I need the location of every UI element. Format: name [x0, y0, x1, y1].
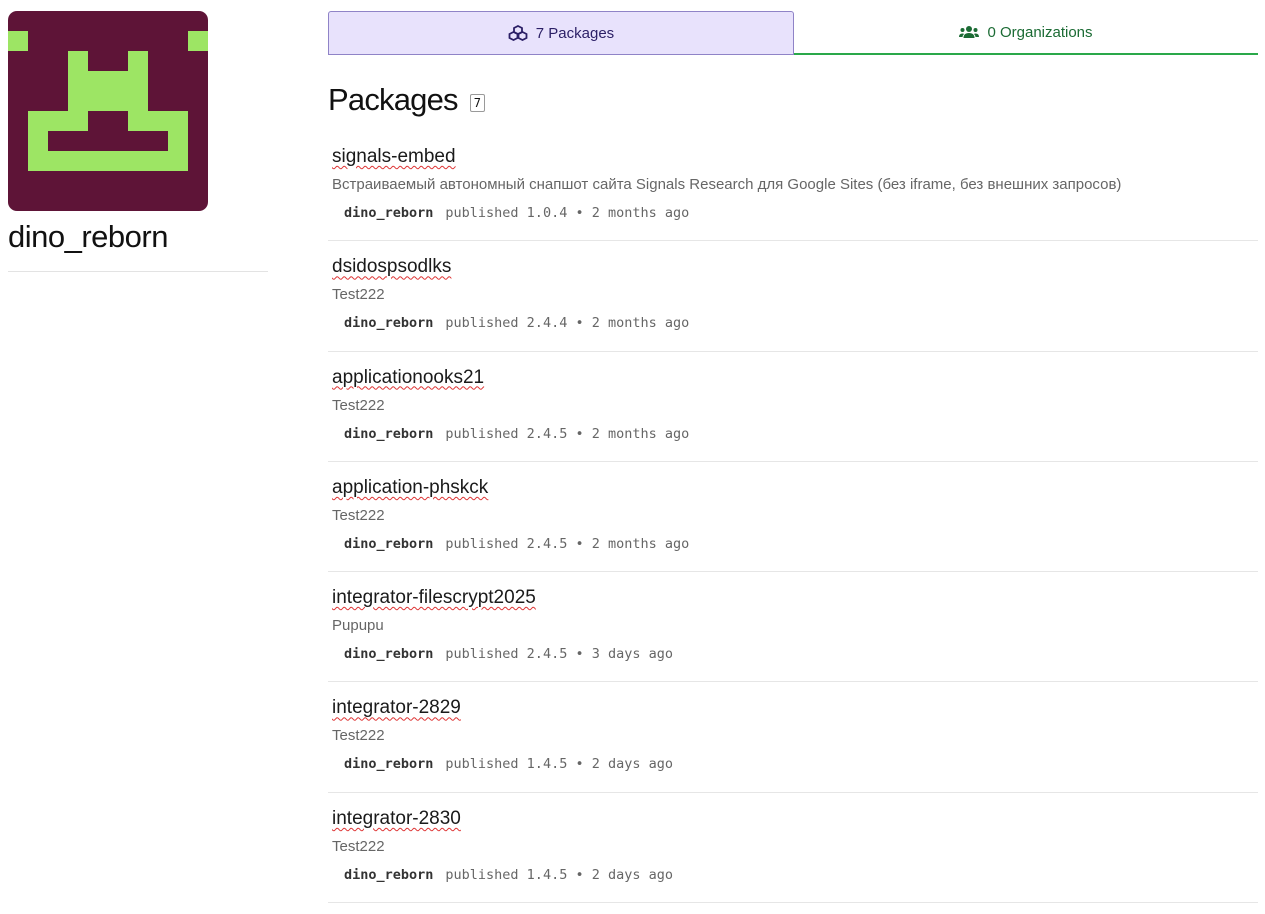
package-link[interactable]: integrator-2829 [332, 696, 461, 720]
avatar [8, 11, 208, 211]
package-description: Test222 [332, 727, 385, 745]
tab-organizations-label: 0 Organizations [987, 23, 1093, 41]
list-item: applicationooks21 Test222 dino_reborn pub… [328, 352, 1258, 462]
package-meta: dino_reborn published 1.0.4 • 2 months ag… [332, 204, 1254, 222]
author-link[interactable]: dino_reborn [344, 205, 433, 221]
package-description: Test222 [332, 506, 385, 524]
publish-info: published 2.4.5 • 2 months ago [445, 535, 690, 552]
list-item: integrator-2829 Test222 dino_reborn publi… [328, 682, 1258, 793]
package-link[interactable]: integrator-2830 [332, 807, 461, 831]
page-title: Packages [328, 82, 459, 117]
publish-info: published 1.4.5 • 2 days ago [445, 866, 673, 883]
tab-packages-label: 7 Packages [535, 24, 615, 42]
username: dino_reborn [8, 219, 168, 254]
package-link[interactable]: signals-embed [332, 145, 456, 169]
author-link[interactable]: dino_reborn [344, 646, 433, 662]
users-icon [959, 25, 980, 39]
package-description: Встраиваемый автономный снапшот сайта Si… [332, 176, 1122, 193]
package-description: Test222 [332, 837, 385, 855]
cubes-icon [508, 25, 528, 41]
package-meta: dino_reborn published 2.4.5 • 2 months ag… [332, 425, 1254, 443]
publish-info: published 1.0.4 • 2 months ago [445, 205, 690, 221]
list-item: signals-embed Встраиваемый автономный сн… [328, 131, 1258, 242]
list-item: integrator-2830 Test222 dino_reborn publi… [328, 793, 1258, 904]
package-link[interactable]: applicationooks21 [332, 366, 484, 390]
list-item: dsidospsodlks Test222 dino_reborn publish… [328, 241, 1258, 352]
package-description: Test222 [332, 286, 385, 304]
publish-info: published 2.4.5 • 3 days ago [445, 646, 673, 663]
package-list: signals-embed Встраиваемый автономный сн… [328, 131, 1258, 904]
package-meta: dino_reborn published 2.4.5 • 2 months ag… [332, 535, 1254, 553]
divider [8, 271, 268, 272]
main-content: 7 Packages 0 Organizations Packages 7 si… [328, 11, 1258, 904]
package-link[interactable]: dsidospsodlks [332, 255, 451, 279]
profile-sidebar: dino_reborn [8, 11, 268, 272]
author-link[interactable]: dino_reborn [344, 756, 433, 772]
author-link[interactable]: dino_reborn [344, 867, 433, 883]
publish-info: published 2.4.4 • 2 months ago [445, 315, 690, 332]
list-item: application-phskck Test222 dino_reborn pu… [328, 462, 1258, 573]
tab-packages[interactable]: 7 Packages [328, 11, 794, 55]
count-badge: 7 [469, 94, 485, 112]
publish-info: published 1.4.5 • 2 days ago [445, 756, 673, 773]
section-heading: Packages 7 [328, 80, 1258, 120]
author-link[interactable]: dino_reborn [344, 426, 433, 442]
author-link[interactable]: dino_reborn [344, 315, 433, 331]
package-meta: dino_reborn published 2.4.4 • 2 months ag… [332, 314, 1254, 332]
author-link[interactable]: dino_reborn [344, 536, 433, 552]
package-description: Pupupu [332, 617, 384, 635]
package-link[interactable]: application-phskck [332, 476, 488, 500]
publish-info: published 2.4.5 • 2 months ago [445, 425, 690, 442]
package-description: Test222 [332, 396, 385, 414]
tab-bar: 7 Packages 0 Organizations [328, 11, 1258, 55]
package-meta: dino_reborn published 1.4.5 • 2 days ago [332, 866, 1254, 884]
package-link[interactable]: integrator-filescrypt2025 [332, 586, 536, 610]
package-meta: dino_reborn published 1.4.5 • 2 days ago [332, 755, 1254, 773]
tab-organizations[interactable]: 0 Organizations [794, 11, 1258, 55]
package-meta: dino_reborn published 2.4.5 • 3 days ago [332, 645, 1254, 663]
list-item: integrator-filescrypt2025 Pupupu dino_re… [328, 572, 1258, 683]
